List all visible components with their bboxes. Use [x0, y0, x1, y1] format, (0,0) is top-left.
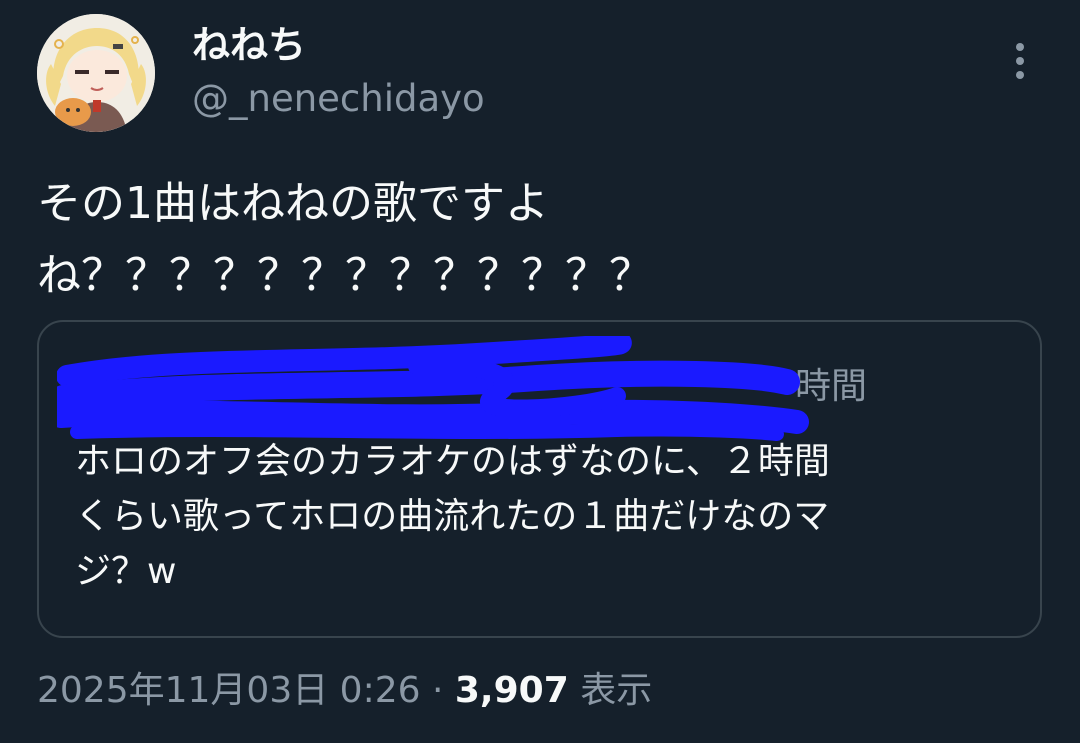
meta-separator: · [420, 670, 455, 711]
avatar-image [37, 14, 155, 132]
redaction-scribble [57, 336, 809, 441]
quoted-tweet-text: ホロのオフ会のカラオケのはずなのに、２時間 くらい歌ってホロの曲流れたの１曲だけ… [75, 441, 830, 592]
tweet-timestamp[interactable]: 2025年11月03日 0:26 [37, 670, 421, 711]
quoted-tweet-card[interactable]: 時間 ホロのオフ会のカラオケのはずなのに、２時間 くらい歌ってホロの曲流れたの１… [37, 320, 1042, 638]
tweet-text: その1曲はねねの歌ですよ ね？？？？？？？？？？？？？ [37, 178, 653, 301]
display-name[interactable]: ねねち [192, 22, 306, 68]
views-label: 表示 [568, 670, 653, 711]
user-handle[interactable]: @_nenechidayo [192, 76, 485, 122]
tweet-detail: ねねち @_nenechidayo その1曲はねねの歌ですよ ね？？？？？？？？… [0, 0, 1080, 743]
more-vertical-icon [1016, 43, 1024, 79]
avatar[interactable] [37, 14, 155, 132]
views-count: 3,907 [454, 670, 569, 711]
quoted-tweet-header: 時間 [57, 336, 1021, 441]
tweet-metadata: 2025年11月03日 0:26 · 3,907 表示 [37, 664, 652, 718]
more-options-button[interactable] [1000, 38, 1040, 84]
